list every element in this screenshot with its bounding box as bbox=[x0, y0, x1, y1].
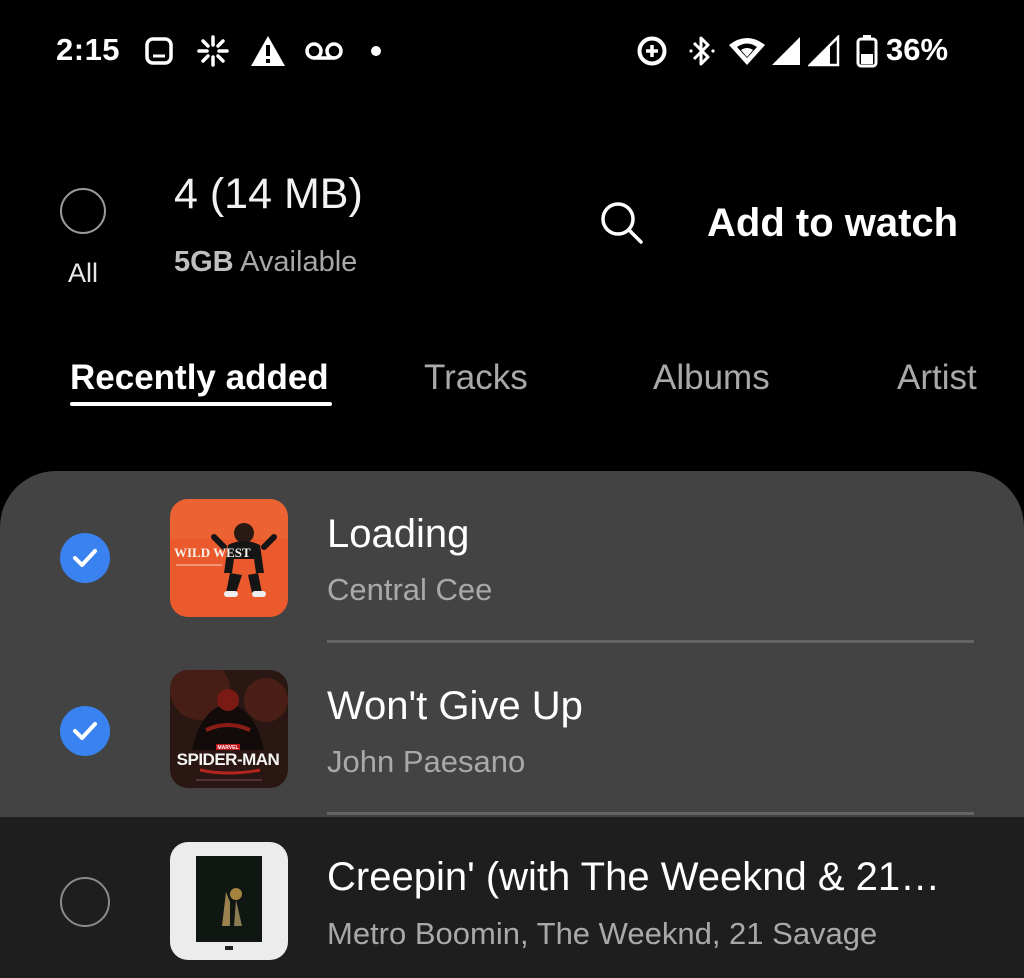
album-art-text: WILD WEST bbox=[174, 545, 251, 560]
select-all-label: All bbox=[68, 258, 99, 288]
checkmark-icon bbox=[73, 722, 97, 740]
track-artist: Metro Boomin, The Weeknd, 21 Savage bbox=[327, 916, 878, 951]
tab-albums[interactable]: Albums bbox=[653, 358, 770, 398]
storage-available: 5GB Available bbox=[174, 246, 357, 279]
tab-artist[interactable]: Artist bbox=[897, 358, 977, 398]
track-title: Creepin' (with The Weeknd & 21… bbox=[327, 855, 941, 899]
select-all-checkbox[interactable] bbox=[60, 188, 106, 234]
track-checkbox-checked[interactable] bbox=[60, 706, 110, 756]
tab-tracks[interactable]: Tracks bbox=[424, 358, 528, 398]
search-icon bbox=[601, 202, 643, 244]
selection-count: 4 (14 MB) bbox=[174, 170, 363, 218]
track-title: Won't Give Up bbox=[327, 684, 583, 728]
search-button[interactable] bbox=[596, 198, 648, 250]
message-icon bbox=[144, 34, 174, 68]
signal-icon bbox=[770, 34, 802, 68]
tab-active-indicator bbox=[70, 402, 332, 406]
data-saver-icon bbox=[636, 34, 668, 68]
row-divider bbox=[327, 812, 974, 815]
checkmark-icon bbox=[73, 549, 97, 567]
wifi-icon bbox=[728, 34, 766, 68]
album-art bbox=[170, 842, 288, 960]
battery-icon bbox=[856, 34, 878, 68]
album-art: MARVEL SPIDER-MAN bbox=[170, 670, 288, 788]
storage-label: Available bbox=[240, 246, 358, 278]
album-art: WILD WEST bbox=[170, 499, 288, 617]
signal-icon bbox=[808, 34, 840, 68]
storage-amount: 5GB bbox=[174, 246, 234, 278]
dot-icon bbox=[370, 34, 382, 68]
track-artist: Central Cee bbox=[327, 572, 493, 607]
bluetooth-icon bbox=[688, 34, 716, 68]
battery-percent: 36% bbox=[886, 32, 949, 67]
network-activity-icon bbox=[196, 34, 230, 68]
track-checkbox-unchecked[interactable] bbox=[60, 877, 110, 927]
album-art-text: SPIDER-MAN bbox=[177, 750, 280, 769]
status-time: 2:15 bbox=[56, 32, 121, 67]
track-title: Loading bbox=[327, 512, 470, 556]
track-artist: John Paesano bbox=[327, 744, 526, 779]
warning-icon bbox=[250, 34, 286, 68]
add-to-watch-button[interactable]: Add to watch bbox=[707, 201, 958, 246]
voicemail-icon bbox=[304, 34, 344, 68]
row-divider bbox=[327, 640, 974, 643]
tab-recently-added[interactable]: Recently added bbox=[70, 358, 329, 398]
track-checkbox-checked[interactable] bbox=[60, 533, 110, 583]
status-bar: 2:15 36% bbox=[0, 0, 1024, 104]
